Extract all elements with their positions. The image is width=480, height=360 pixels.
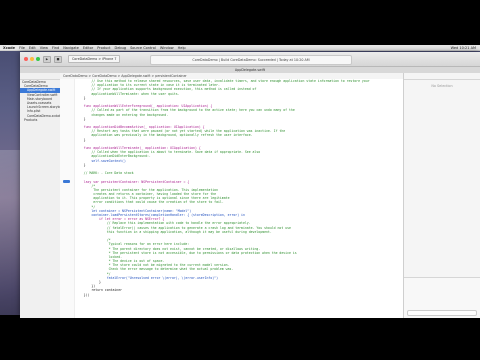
menu-item[interactable]: View [40, 45, 48, 50]
utilities-inspector: No Selection [403, 73, 480, 318]
scheme-selector[interactable]: CoreDataDemo > iPhone 7 [68, 55, 121, 63]
menu-item[interactable]: Edit [29, 45, 36, 50]
navigator-list: CoreDataDemo CoreDataDemo AppDelegate.swif… [20, 80, 60, 122]
no-selection-label: No Selection [431, 84, 453, 88]
letterbox-top [0, 0, 480, 45]
library-filter-field[interactable] [407, 310, 477, 316]
minimize-button[interactable] [30, 57, 34, 61]
inspector-toolbar [404, 73, 480, 80]
navigator-toolbar [20, 73, 60, 80]
menu-item[interactable]: Source Control [130, 45, 156, 50]
menu-item[interactable]: Editor [83, 45, 93, 50]
xcode-window: ▶ ■ CoreDataDemo > iPhone 7 CoreDataDemo… [20, 52, 480, 318]
navigator-item[interactable]: Products [20, 118, 60, 122]
menu-item[interactable]: Help [178, 45, 186, 50]
source-editor[interactable]: // Use this method to release shared res… [60, 79, 404, 318]
close-button[interactable] [24, 57, 28, 61]
line-gutter[interactable] [60, 79, 75, 318]
menu-item[interactable]: Navigate [63, 45, 79, 50]
run-button[interactable]: ▶ [43, 55, 51, 63]
code-line: }() [76, 292, 90, 297]
toolbar: ▶ ■ CoreDataDemo > iPhone 7 CoreDataDemo… [20, 52, 480, 67]
stop-button[interactable]: ■ [54, 55, 62, 63]
window-controls [20, 57, 40, 61]
menu-item[interactable]: File [19, 45, 25, 50]
menu-bar: Xcode File Edit View Find Navigate Editor Produ… [0, 45, 480, 51]
menu-item[interactable]: Debug [115, 45, 127, 50]
project-navigator: CoreDataDemo CoreDataDemo AppDelegate.swif… [20, 73, 61, 318]
code-lines[interactable]: // Use this method to release shared res… [76, 79, 400, 297]
menu-item[interactable]: Window [160, 45, 174, 50]
menubar-clock: Wed 10:21 AM [450, 46, 476, 50]
breakpoint-marker[interactable] [63, 180, 70, 183]
menu-item[interactable]: Product [97, 45, 110, 50]
zoom-button[interactable] [36, 57, 40, 61]
activity-status: CoreDataDemo | Build CoreDataDemo: Succe… [150, 55, 352, 65]
menu-item[interactable]: Find [52, 45, 59, 50]
letterbox-bottom [0, 315, 480, 360]
object-library [404, 277, 480, 318]
menu-item[interactable]: Xcode [3, 45, 15, 50]
